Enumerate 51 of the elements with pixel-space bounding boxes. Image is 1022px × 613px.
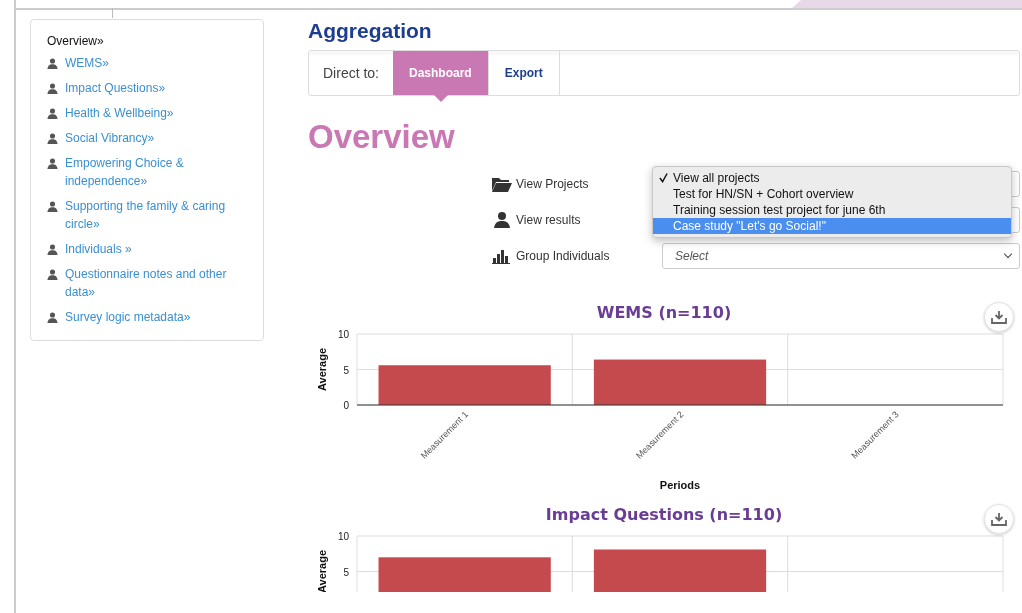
select-field[interactable]: Select [662,243,1020,269]
person-icon [47,158,58,169]
dropdown-option[interactable]: Case study "Let's go Social!" [653,218,1011,234]
filter-label: View results [516,213,581,227]
sidebar-heading[interactable]: Overview» [47,34,263,48]
page-title: Overview [308,118,456,156]
dropdown-option[interactable]: Training session test project for june 6th [653,202,1011,218]
sidebar-link[interactable]: Individuals » [65,240,240,258]
download-icon [991,310,1007,324]
sidebar-link[interactable]: Empowering Choice & independence» [65,154,240,190]
filter-label: Group Individuals [516,249,610,263]
folder-icon [492,176,512,192]
person-icon [47,108,58,119]
bar-chart-icon [492,248,512,264]
dropdown-option[interactable]: Test for HN/SN + Cohort overview [653,186,1011,202]
sidebar-link[interactable]: WEMS» [65,54,240,72]
axis-tick-label: 10 [337,329,349,340]
axis-tick-label: 0 [343,400,349,411]
sidebar-link[interactable]: Social Vibrancy» [65,129,240,147]
axis-tick-label: 5 [343,566,349,578]
chart-title: Impact Questions (n=110) [545,504,783,524]
nav-tab[interactable]: Export [488,51,560,95]
sidebar-link[interactable]: Impact Questions» [65,79,240,97]
dropdown-option[interactable]: View all projects [653,170,1011,186]
person-icon [47,201,58,212]
person-icon [47,269,58,280]
person-icon [47,133,58,144]
person-icon [47,83,58,94]
download-icon [991,512,1007,526]
person-icon [47,312,58,323]
chart-title: WEMS (n=110) [596,302,732,322]
nav-tab[interactable]: Dashboard [393,51,489,95]
axis-title: Average [316,348,328,391]
axis-tick-label: 5 [343,364,349,376]
sidebar-link[interactable]: Health & Wellbeing» [65,104,240,122]
checkmark-icon [658,173,668,183]
section-heading: Aggregation [308,19,433,43]
sidebar-link[interactable]: Survey logic metadata» [65,308,240,326]
person-icon [47,244,58,255]
tab-pointer [433,95,448,102]
person-icon [492,212,512,228]
nav-label: Direct to: [322,65,380,81]
axis-title: Periods [659,479,701,491]
axis-tick-label: 10 [337,531,349,542]
download-button[interactable] [984,504,1014,534]
filter-label: View Projects [516,177,589,191]
person-icon [47,58,58,69]
sidebar-link[interactable]: Supporting the family & caring circle» [65,197,240,233]
axis-title: Average [316,550,328,592]
sidebar-link[interactable]: Questionnaire notes and other data» [65,265,240,301]
download-button[interactable] [984,302,1014,332]
